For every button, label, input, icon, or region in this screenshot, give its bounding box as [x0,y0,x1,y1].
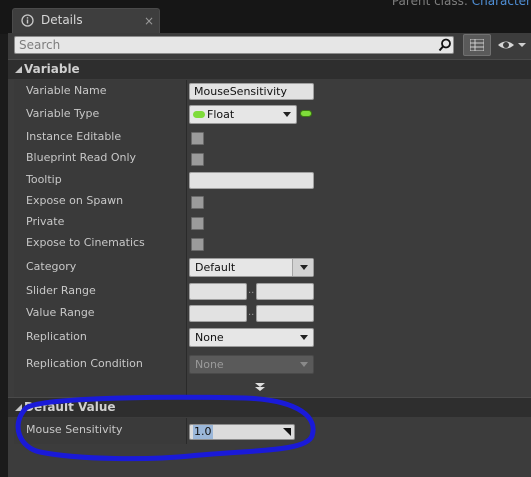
search-input[interactable]: Search [14,36,454,54]
replication-condition-dropdown: None [189,355,314,374]
row-variable-type: Variable Type Float [14,104,531,125]
chevron-down-icon [300,265,308,270]
property-label: Slider Range [26,284,96,297]
search-placeholder: Search [19,38,61,52]
parent-class-link[interactable]: Character [472,0,531,8]
row-replication-condition: Replication Condition None [14,354,531,375]
float-pin-icon [193,111,205,118]
blueprint-read-only-checkbox[interactable] [191,153,204,166]
variable-name-field[interactable]: MouseSensitivity [189,83,314,100]
drag-handle-icon[interactable] [283,428,291,436]
tooltip-field[interactable] [189,172,314,189]
replication-condition-value: None [195,358,224,371]
property-label: Tooltip [26,173,62,186]
replication-value: None [195,331,224,344]
row-private: Private [14,212,531,233]
property-label: Category [26,260,77,273]
value-range-max-field[interactable] [256,305,314,322]
view-options-button[interactable] [463,34,491,56]
row-blueprint-read-only: Blueprint Read Only [14,148,531,169]
property-label: Variable Type [26,107,100,120]
value-range-min-field[interactable] [189,305,247,322]
section-header-default-value[interactable]: Default Value [8,397,531,417]
row-expose-to-cinematics: Expose to Cinematics [14,233,531,254]
section-header-variable[interactable]: Variable [8,59,531,79]
slider-range-max-field[interactable] [256,283,314,300]
private-checkbox[interactable] [191,217,204,230]
list-view-icon [470,39,484,51]
details-panel: Search Variable Variable Name MouseSensi… [8,33,531,477]
tab-title: Details [41,13,83,27]
tab-details[interactable]: Details × [12,8,160,34]
row-slider-range: Slider Range .. [14,281,531,302]
close-icon[interactable]: × [144,13,154,29]
eye-icon[interactable] [496,37,526,53]
property-label: Mouse Sensitivity [26,423,123,436]
type-pin-icon[interactable] [300,110,312,117]
property-label: Expose to Cinematics [26,236,145,249]
chevron-down-icon [283,112,291,117]
range-separator: .. [248,307,255,318]
info-icon [21,14,34,27]
expose-to-cinematics-checkbox[interactable] [191,238,204,251]
property-label: Variable Name [26,84,107,97]
collapse-arrow-icon [15,66,22,73]
instance-editable-checkbox[interactable] [191,132,204,145]
row-instance-editable: Instance Editable [14,127,531,148]
property-label: Replication [26,330,87,343]
row-replication: Replication None [14,327,531,348]
mouse-sensitivity-value: 1.0 [193,425,213,439]
slider-range-min-field[interactable] [189,283,247,300]
property-label: Value Range [26,306,95,319]
variable-type-value: Float [207,108,235,121]
expose-on-spawn-checkbox[interactable] [191,196,204,209]
section-title: Variable [24,62,80,76]
property-label: Expose on Spawn [26,194,124,207]
variable-type-dropdown[interactable]: Float [189,105,297,124]
row-value-range: Value Range .. [14,303,531,324]
row-variable-name: Variable Name MouseSensitivity [14,81,531,102]
parent-class-label: Parent class: [391,0,468,8]
property-label: Instance Editable [26,130,122,143]
collapse-arrow-icon [15,404,22,411]
property-label: Replication Condition [26,357,143,370]
row-expose-on-spawn: Expose on Spawn [14,191,531,212]
chevron-down-icon [300,335,308,340]
parent-class-text: Parent class: Character [392,0,531,8]
property-label: Private [26,215,65,228]
replication-dropdown[interactable]: None [189,328,314,347]
range-separator: .. [248,285,255,296]
section-title: Default Value [24,400,116,414]
mouse-sensitivity-field[interactable]: 1.0 [189,424,295,440]
search-icon[interactable] [438,38,452,52]
expand-advanced-icon[interactable] [254,382,266,392]
top-bar: Parent class: Character Details × [0,0,531,34]
row-category: Category Default [14,257,531,278]
category-combo[interactable]: Default [189,258,314,277]
chevron-down-icon [300,362,308,367]
property-label: Blueprint Read Only [26,151,137,164]
row-tooltip: Tooltip [14,170,531,191]
category-value: Default [195,261,236,274]
